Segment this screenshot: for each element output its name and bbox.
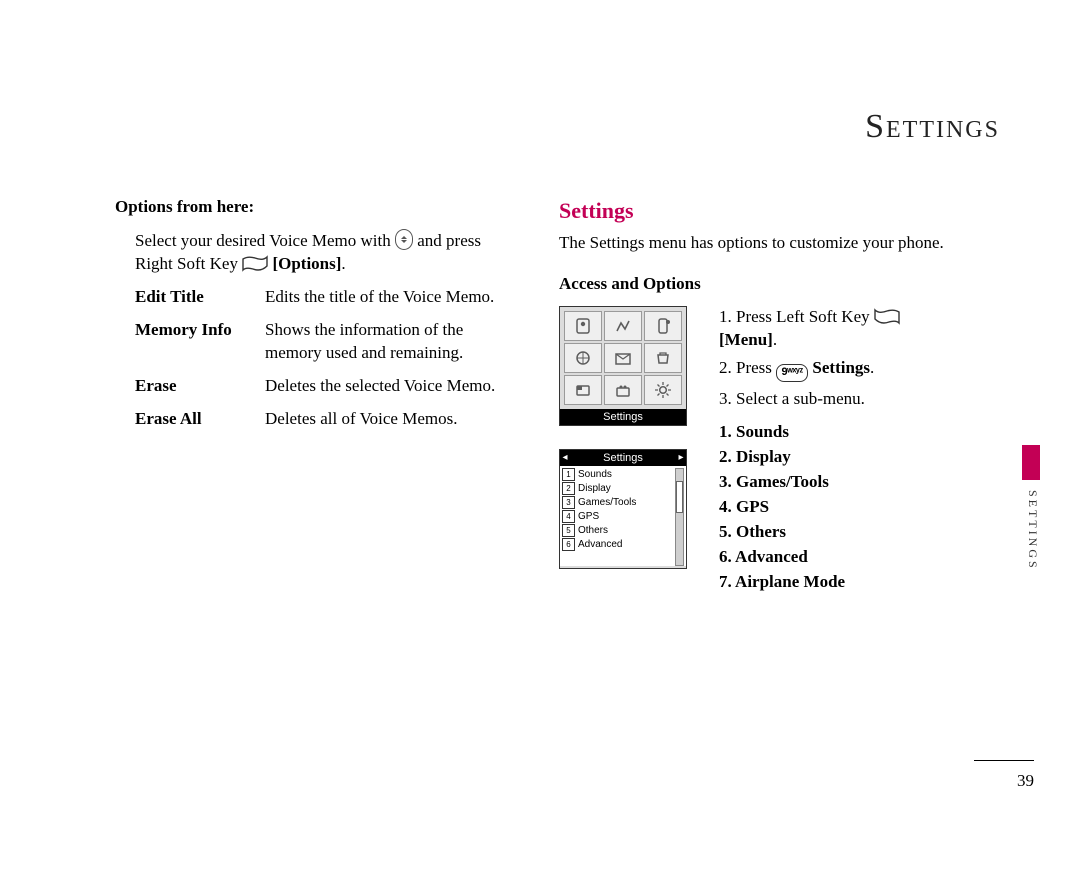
list-item: 6Advanced [562,538,684,552]
access-steps: Settings ◂ Settings ▸ 1Sounds 2Display 3… [559,306,954,594]
manual-page: Settings Options from here: Select your … [0,0,1080,896]
def-term: Erase [135,375,265,398]
list-item: 2Display [562,482,684,496]
def-row: Edit Title Edits the title of the Voice … [135,286,510,309]
screenshot-header: Settings [560,450,686,466]
screenshot-footer: Settings [560,409,686,425]
side-tab-marker [1022,445,1040,480]
step-1: 1. Press Left Soft Key [Menu]. [719,306,954,352]
right-soft-key-icon [242,255,268,273]
submenu-item: 2. Display [719,446,954,469]
left-column: Options from here: Select your desired V… [115,196,510,441]
chapter-title: Settings [865,108,1000,146]
phone-screenshot-mainmenu: Settings [559,306,687,426]
def-desc: Deletes the selected Voice Memo. [265,375,510,398]
menu-cell-icon [564,375,602,405]
def-row: Erase All Deletes all of Voice Memos. [135,408,510,431]
intro-text-a: Select your desired Voice Memo with [135,231,395,250]
def-term: Erase All [135,408,265,431]
submenu-list: 1. Sounds 2. Display 3. Games/Tools 4. G… [719,421,954,594]
step2-text-a: 2. Press [719,358,776,377]
def-row: Memory Info Shows the information of the… [135,319,510,365]
menu-label: [Menu] [719,330,773,349]
step-3: 3. Select a sub-menu. [719,388,954,411]
submenu-item: 6. Advanced [719,546,954,569]
def-desc: Edits the title of the Voice Memo. [265,286,510,309]
right-arrow-icon: ▸ [676,450,686,466]
options-from-here-heading: Options from here: [115,196,510,219]
page-number: 39 [1017,771,1034,791]
submenu-item: 7. Airplane Mode [719,571,954,594]
left-soft-key-icon [874,308,900,326]
def-row: Erase Deletes the selected Voice Memo. [135,375,510,398]
scrollbar-thumb [676,481,683,513]
menu-cell-icon [644,343,682,373]
list-item: 3Games/Tools [562,496,684,510]
list-item: 5Others [562,524,684,538]
key-9-icon: 9ʷˣʸᶻ [776,364,808,382]
submenu-item: 1. Sounds [719,421,954,444]
list-item: 1Sounds [562,468,684,482]
left-arrow-icon: ◂ [560,450,570,466]
def-term: Edit Title [135,286,265,309]
submenu-item: 3. Games/Tools [719,471,954,494]
def-desc: Shows the information of the memory used… [265,319,510,365]
list-item: 4GPS [562,510,684,524]
step-2: 2. Press 9ʷˣʸᶻ Settings. [719,357,954,382]
access-options-heading: Access and Options [559,273,954,296]
voice-memo-intro: Select your desired Voice Memo with and … [115,229,510,276]
options-label: [Options] [272,254,341,273]
option-definitions: Edit Title Edits the title of the Voice … [115,286,510,431]
intro-text-c: . [341,254,345,273]
def-desc: Deletes all of Voice Memos. [265,408,510,431]
menu-cell-icon [604,375,642,405]
menu-cell-icon [564,311,602,341]
submenu-item: 5. Others [719,521,954,544]
menu-cell-icon [644,375,682,405]
settings-label: Settings [812,358,870,377]
menu-cell-icon [564,343,602,373]
submenu-item: 4. GPS [719,496,954,519]
settings-description: The Settings menu has options to customi… [559,232,954,255]
phone-screenshot-settingslist: ◂ Settings ▸ 1Sounds 2Display 3Games/Too… [559,449,687,569]
settings-heading: Settings [559,196,954,226]
side-section-label: SETTINGS [1025,490,1040,571]
nav-updown-icon [395,229,413,250]
menu-cell-icon [604,343,642,373]
right-column: Settings The Settings menu has options t… [559,196,954,596]
menu-cell-icon [604,311,642,341]
page-number-rule [974,760,1034,761]
scrollbar-track [675,468,684,566]
menu-cell-icon [644,311,682,341]
def-term: Memory Info [135,319,265,365]
step1-text-a: 1. Press Left Soft Key [719,307,874,326]
